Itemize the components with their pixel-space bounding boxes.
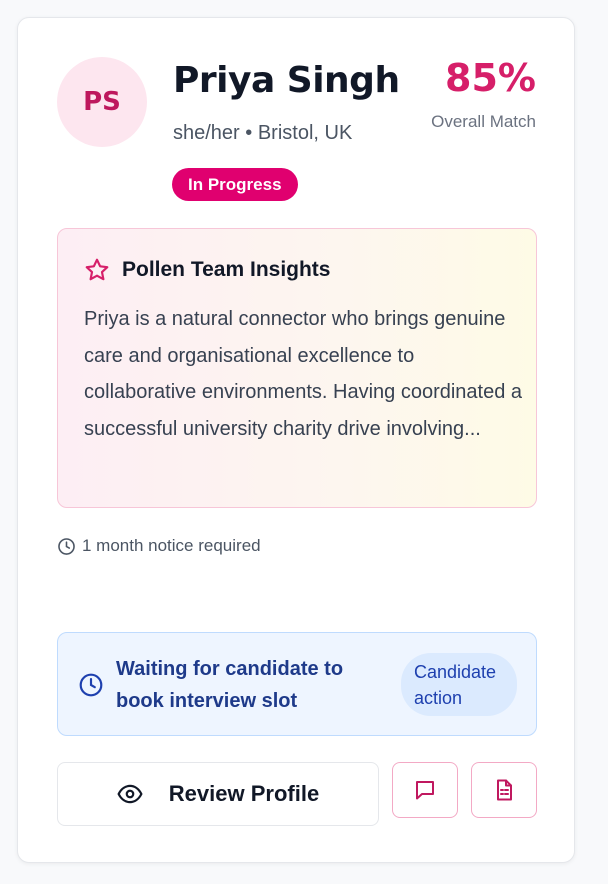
candidate-action-badge: Candidate action [401,653,517,716]
match-percentage: 85% [445,56,536,100]
insights-panel: Pollen Team Insights Priya is a natural … [57,228,537,508]
message-button[interactable] [392,762,458,818]
document-icon [497,779,512,801]
notice-period: 1 month notice required [57,536,261,556]
clock-icon [58,537,75,555]
avatar: PS [57,57,147,147]
eye-icon [117,784,143,804]
clock-icon [79,673,103,697]
document-button[interactable] [471,762,537,818]
waiting-status-panel: Waiting for candidate to book interview … [57,632,537,736]
notice-text: 1 month notice required [82,536,261,555]
message-icon [416,781,434,800]
candidate-pronouns-location: she/her • Bristol, UK [173,122,353,144]
candidate-card: PS Priya Singh she/her • Bristol, UK In … [17,17,575,863]
match-label: Overall Match [431,112,536,131]
status-badge: In Progress [172,168,298,201]
star-icon [85,258,109,281]
review-profile-label: Review Profile [168,781,320,806]
avatar-initials: PS [83,87,121,117]
candidate-name: Priya Singh [173,60,400,101]
insights-text: Priya is a natural connector who brings … [84,308,523,440]
insights-title: Pollen Team Insights [122,258,331,281]
review-profile-button[interactable]: Review Profile [57,762,379,826]
waiting-text: Waiting for candidate to book interview … [116,658,344,712]
insights-header: Pollen Team Insights [84,257,330,283]
